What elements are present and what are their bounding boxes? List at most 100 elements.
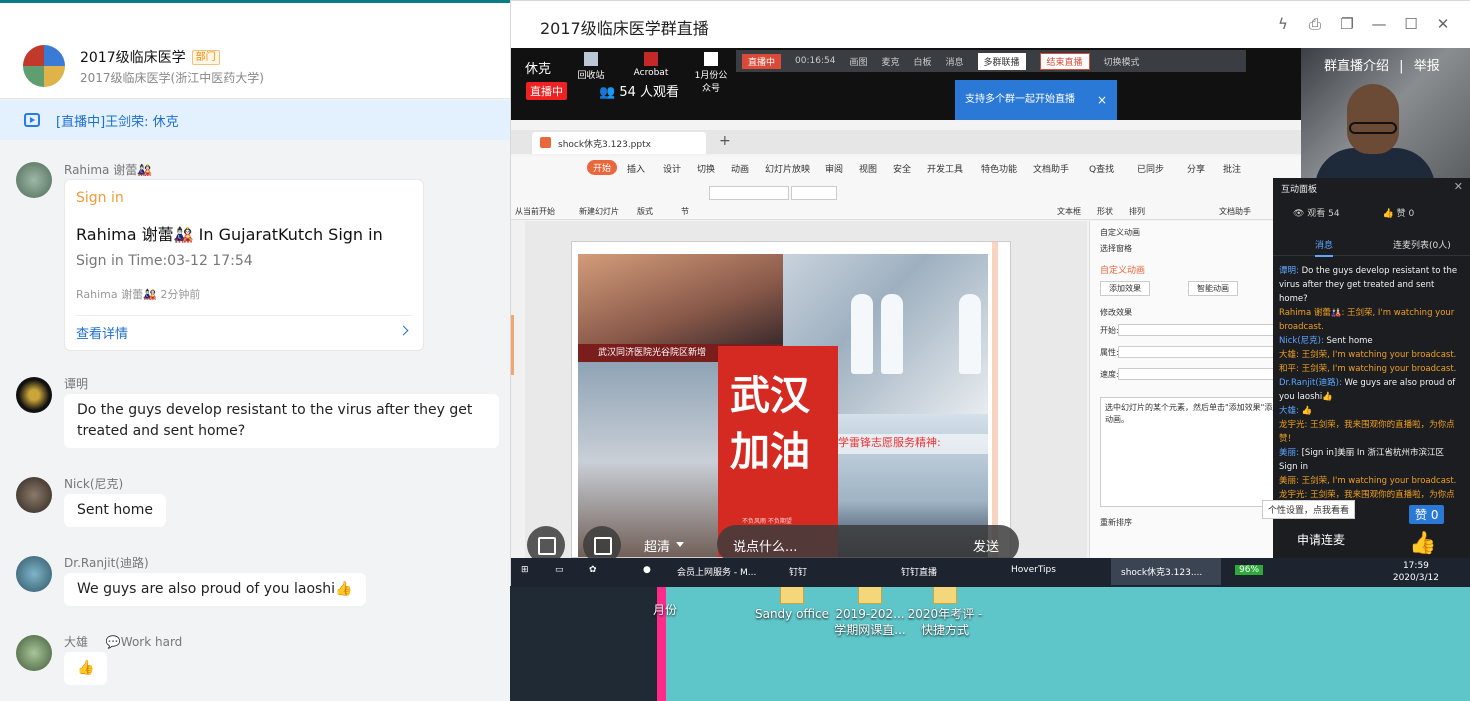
notes-icon[interactable] <box>527 526 565 558</box>
menu-synced[interactable]: 已同步 <box>1137 162 1164 175</box>
menu-design[interactable]: 设计 <box>663 162 681 175</box>
camera-links: 群直播介绍 | 举报 <box>1324 59 1440 74</box>
menu-share[interactable]: 分享 <box>1187 162 1205 175</box>
live-banner[interactable]: [直播中]王剑荣: 休克 <box>0 100 510 140</box>
start-input[interactable] <box>1118 324 1288 336</box>
new-tab-icon[interactable]: + <box>719 133 731 149</box>
share-item-message[interactable]: 消息 <box>945 55 963 68</box>
desktop-icon-course-folder[interactable]: 2019-202...学期网课直... <box>830 586 910 638</box>
group-live-intro-link[interactable]: 群直播介绍 <box>1324 59 1389 74</box>
menu-insert[interactable]: 插入 <box>627 162 645 175</box>
slide-canvas[interactable]: 武汉同济医院光谷院区新增 武汉加油 不负风雨 不负期望 学雷锋志愿服务精神: <box>571 241 1011 558</box>
avatar[interactable] <box>16 377 52 413</box>
menu-review[interactable]: 审阅 <box>825 162 843 175</box>
group-title[interactable]: 2017级临床医学 部门 <box>80 47 220 67</box>
message-bubble: 👍 <box>64 652 108 685</box>
view-details-link[interactable]: 查看详情 <box>76 323 128 342</box>
thumbs-up-icon[interactable]: 👍 <box>1409 531 1443 559</box>
share-item-mic[interactable]: 麦克 <box>881 55 899 68</box>
menu-transition[interactable]: 切换 <box>697 162 715 175</box>
close-icon[interactable]: ✕ <box>1427 13 1459 35</box>
property-input[interactable] <box>1118 346 1288 358</box>
share-item-whiteboard[interactable]: 白板 <box>913 55 931 68</box>
share-live-label: 直播中 <box>742 53 782 69</box>
share-screen-icon[interactable]: ⎙ <box>1299 13 1331 35</box>
slide-editor[interactable]: 武汉同济医院光谷院区新增 武汉加油 不负风雨 不负期望 学雷锋志愿服务精神: <box>511 221 1087 558</box>
send-button[interactable]: 发送 <box>973 536 999 555</box>
menu-doc-assistant[interactable]: 文档助手 <box>1033 162 1069 175</box>
comment-input[interactable]: 说点什么... 发送 <box>717 525 1019 558</box>
shape-button[interactable]: 形状 <box>1097 206 1113 217</box>
menu-start[interactable]: 开始 <box>587 160 618 175</box>
doc-assistant-button[interactable]: 文档助手 <box>1219 206 1251 217</box>
desktop-icon-month[interactable]: 月份 <box>625 602 705 618</box>
multi-group-tooltip[interactable]: 支持多个群一起开始直播 <box>955 80 1117 120</box>
font-size-box[interactable] <box>791 186 837 200</box>
panel-header: 自定义动画 <box>1100 228 1140 237</box>
multi-group-button[interactable]: 多群联播 <box>977 52 1026 70</box>
lightning-icon[interactable]: ϟ <box>1267 13 1299 35</box>
menu-dev-tools[interactable]: 开发工具 <box>927 162 963 175</box>
apply-connect-button[interactable]: 申请连麦 <box>1297 531 1345 548</box>
rotate-icon[interactable] <box>583 526 621 558</box>
signin-card[interactable]: Sign in Rahima 谢蕾🎎 In GujaratKutch Sign … <box>64 179 424 351</box>
menu-slideshow[interactable]: 幻灯片放映 <box>765 162 810 175</box>
menu-comment[interactable]: 批注 <box>1223 162 1241 175</box>
switch-mode-button[interactable]: 切换模式 <box>1104 55 1140 68</box>
close-icon[interactable]: ✕ <box>1454 180 1463 193</box>
select-pane-button[interactable]: 选择窗格 <box>1100 243 1132 254</box>
menu-features[interactable]: 特色功能 <box>981 162 1017 175</box>
arrange-button[interactable]: 排列 <box>1129 206 1145 217</box>
taskbar-item-browser[interactable]: 会员上网服务 - M... <box>677 565 756 578</box>
interaction-stats: 👁 观看 54 👍 赞 0 <box>1293 209 1415 219</box>
end-live-button[interactable]: 结束直播 <box>1039 52 1090 70</box>
slide-edge <box>992 242 998 557</box>
desktop-background: 月份 Sandy office 2019-202...学期网课直... 2020… <box>510 586 1470 701</box>
section-button[interactable]: 节 <box>681 206 689 217</box>
group-avatar[interactable] <box>23 45 65 87</box>
desktop-icon-evaluation[interactable]: 2020年考评 - 快捷方式 <box>905 586 985 638</box>
wps-file-tab[interactable]: shock休克3.123.pptx <box>532 132 706 154</box>
desktop-icon-sandy-office[interactable]: Sandy office <box>752 586 832 622</box>
taskbar-item-dingtalk[interactable]: 钉钉 <box>789 565 807 578</box>
start-icon[interactable]: ⊞ <box>521 565 529 575</box>
textbox-button[interactable]: 文本框 <box>1057 206 1081 217</box>
maximize-icon[interactable]: ☐ <box>1395 13 1427 35</box>
app-icon[interactable]: ✿ <box>589 565 597 575</box>
layout-button[interactable]: 版式 <box>637 206 653 217</box>
play-from-current[interactable]: 从当前开始 <box>515 206 555 217</box>
taskbar-item-pptx[interactable]: shock休克3.123.... <box>1121 565 1202 578</box>
thumbnail-strip[interactable] <box>511 221 525 558</box>
taskbar-item-hovertips[interactable]: HoverTips <box>1011 565 1056 575</box>
feed-item: Nick(尼克): Sent home <box>1279 336 1373 346</box>
taskbar-clock[interactable]: 17:59 2020/3/12 <box>1393 560 1439 584</box>
menu-animation[interactable]: 动画 <box>731 162 749 175</box>
green-app-icon[interactable]: ● <box>643 565 651 575</box>
quality-selector[interactable]: 超清 <box>644 536 685 555</box>
tab-connect-list[interactable]: 连麦列表(0人) <box>1393 238 1451 251</box>
taskbar-item-dingtalk-live[interactable]: 钉钉直播 <box>901 565 937 578</box>
menu-security[interactable]: 安全 <box>893 162 911 175</box>
smart-animation-button[interactable]: 智能动画 <box>1188 281 1238 296</box>
avatar[interactable] <box>16 162 52 198</box>
video-stage[interactable]: 回收站 Acrobat 1月份公众号 直播中 00:16:54 画图 麦克 白板… <box>511 48 1301 558</box>
menu-view[interactable]: 视图 <box>859 162 877 175</box>
add-effect-button[interactable]: 添加效果 <box>1100 281 1150 296</box>
task-view-icon[interactable]: ▭ <box>555 565 564 575</box>
font-name-box[interactable] <box>709 186 789 200</box>
avatar[interactable] <box>16 635 52 671</box>
speed-input[interactable] <box>1118 368 1288 380</box>
tab-messages[interactable]: 消息 <box>1315 238 1334 257</box>
report-link[interactable]: 举报 <box>1414 59 1440 74</box>
personal-settings-tip[interactable]: 个性设置，点我看看 <box>1262 500 1356 519</box>
avatar[interactable] <box>16 556 52 592</box>
person-icon: 👥 <box>599 85 620 100</box>
new-slide-button[interactable]: 新建幻灯片 <box>579 206 619 217</box>
menu-find[interactable]: Q查找 <box>1089 162 1114 175</box>
minimize-icon[interactable]: — <box>1363 13 1395 35</box>
share-item-draw[interactable]: 画图 <box>849 55 867 68</box>
restore-icon[interactable]: ❐ <box>1331 13 1363 35</box>
avatar[interactable] <box>16 477 52 513</box>
feed-item: 大雄: 👍 <box>1279 406 1313 416</box>
share-timer: 00:16:54 <box>795 56 836 66</box>
